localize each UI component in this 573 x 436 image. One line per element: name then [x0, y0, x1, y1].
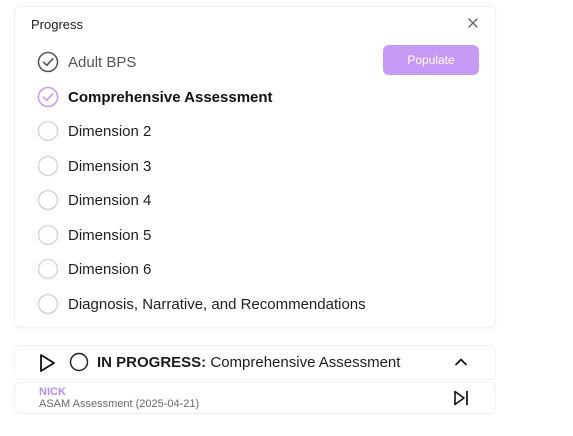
step-label: Adult BPS — [68, 53, 137, 71]
step-dimension-4[interactable]: Dimension 4 — [37, 189, 151, 211]
step-label: Dimension 4 — [68, 191, 152, 209]
empty-circle-icon — [37, 224, 59, 246]
empty-circle-icon — [37, 189, 59, 211]
step-dimension-5[interactable]: Dimension 5 — [37, 224, 151, 246]
close-icon — [468, 18, 478, 28]
step-dimension-3[interactable]: Dimension 3 — [37, 155, 151, 177]
step-diagnosis-narrative-recommendations[interactable]: Diagnosis, Narrative, and Recommendation… — [37, 293, 366, 315]
session-footer: NICK ASAM Assessment (2025-04-21) — [14, 382, 496, 414]
step-dimension-6[interactable]: Dimension 6 — [37, 258, 151, 280]
empty-circle-icon — [69, 352, 89, 377]
step-adult-bps[interactable]: Adult BPS — [37, 51, 136, 73]
empty-circle-icon — [37, 258, 59, 280]
user-name: NICK — [39, 386, 66, 398]
step-label: Diagnosis, Narrative, and Recommendation… — [68, 295, 366, 313]
check-circle-accent-icon — [37, 86, 59, 108]
progress-panel: Progress Populate Adult BPS Comprehensiv… — [14, 6, 496, 328]
step-label: Dimension 5 — [68, 226, 152, 244]
skip-next-button[interactable] — [452, 389, 470, 412]
status-key: IN PROGRESS: — [97, 354, 207, 371]
chevron-up-icon — [455, 358, 467, 366]
empty-circle-icon — [37, 155, 59, 177]
assessment-name: ASAM Assessment (2025-04-21) — [39, 398, 200, 410]
step-dimension-2[interactable]: Dimension 2 — [37, 120, 151, 142]
step-label: Dimension 2 — [68, 122, 152, 140]
populate-button[interactable]: Populate — [383, 45, 479, 75]
empty-circle-icon — [37, 120, 59, 142]
skip-next-icon — [454, 390, 468, 406]
status-text: IN PROGRESS: Comprehensive Assessment — [97, 354, 400, 371]
play-button[interactable] — [39, 353, 57, 378]
close-button[interactable] — [465, 15, 481, 31]
progress-status-bar: IN PROGRESS: Comprehensive Assessment — [14, 345, 496, 380]
step-label: Comprehensive Assessment — [68, 88, 273, 106]
empty-circle-icon — [37, 293, 59, 315]
status-value: Comprehensive Assessment — [210, 354, 401, 371]
step-label: Dimension 3 — [68, 157, 152, 175]
step-comprehensive-assessment[interactable]: Comprehensive Assessment — [37, 86, 273, 108]
play-icon — [40, 354, 55, 372]
collapse-button[interactable] — [453, 354, 469, 375]
step-label: Dimension 6 — [68, 260, 152, 278]
panel-title: Progress — [31, 17, 84, 32]
check-circle-icon — [37, 51, 59, 73]
